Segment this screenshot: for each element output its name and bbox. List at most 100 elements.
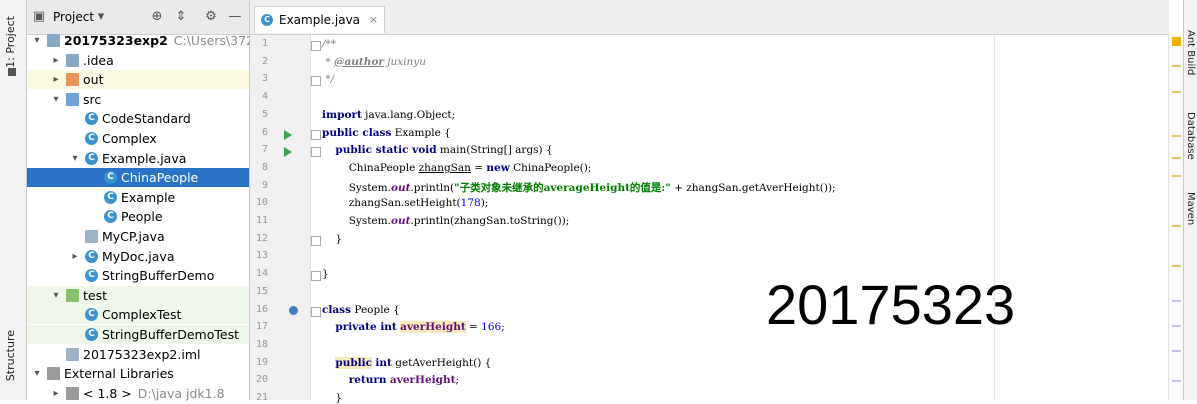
warning-marker[interactable]: [1172, 157, 1181, 159]
run-icon[interactable]: [284, 147, 292, 158]
fold-marker-icon[interactable]: [311, 147, 321, 158]
editor-scroll-strip[interactable]: [1168, 35, 1184, 400]
tree-item[interactable]: ▸ .idea: [27, 51, 249, 70]
fold-marker-icon[interactable]: [311, 306, 321, 317]
java-class-icon: C: [85, 269, 98, 283]
folder-icon: [66, 73, 79, 87]
tree-item[interactable]: C ChinaPeople: [27, 168, 249, 188]
usage-marker[interactable]: [1172, 350, 1181, 352]
java-class-icon: C: [104, 171, 117, 185]
code-line: private int averHeight = 166;: [335, 321, 505, 334]
chevron-right-icon[interactable]: ▸: [50, 51, 62, 70]
fold-marker-icon[interactable]: [311, 41, 321, 51]
chevron-down-icon[interactable]: ▾: [31, 364, 43, 383]
view-dropdown-icon[interactable]: ▾: [93, 9, 109, 25]
tree-item[interactable]: ▾ External Libraries: [27, 364, 249, 383]
chevron-right-icon[interactable]: ▸: [50, 70, 62, 89]
line-number: 16: [255, 303, 268, 315]
fold-marker-icon[interactable]: [311, 76, 321, 87]
library-icon: [47, 367, 60, 381]
usage-marker[interactable]: [1172, 325, 1181, 327]
tree-item[interactable]: 20175323exp2.iml: [27, 345, 249, 364]
run-icon[interactable]: [284, 129, 292, 140]
code-line: public class Example {: [322, 126, 451, 139]
fold-marker-icon[interactable]: [311, 129, 321, 140]
overridden-method-icon[interactable]: [289, 305, 298, 315]
tree-item[interactable]: C CodeStandard: [27, 109, 249, 128]
maven-tab[interactable]: Maven: [1185, 192, 1196, 225]
tree-item[interactable]: C StringBufferDemo: [27, 266, 249, 285]
line-number: 3: [261, 73, 268, 85]
project-tool-icon[interactable]: [8, 68, 16, 76]
tree-item-label: Example: [121, 189, 176, 205]
tree-item[interactable]: ▾ src: [27, 90, 249, 109]
warning-marker[interactable]: [1172, 65, 1181, 67]
line-number: 7: [261, 144, 268, 156]
usage-marker[interactable]: [1172, 300, 1181, 302]
tree-item[interactable]: ▾ test: [27, 285, 249, 305]
line-number: 15: [255, 285, 268, 297]
project-tool-tab[interactable]: 1: Project: [4, 16, 17, 68]
folder-icon: [66, 53, 79, 67]
line-number: 6: [261, 126, 268, 138]
ant-build-tab[interactable]: Ant Build: [1185, 30, 1196, 75]
tree-item[interactable]: ▾ C Example.java: [27, 149, 249, 168]
tree-item[interactable]: MyCP.java: [27, 227, 249, 246]
tree-item-label: test: [83, 287, 108, 303]
line-number: 1: [261, 38, 268, 49]
tab-label: Example.java: [279, 13, 361, 27]
right-tool-strip: Ant Build Database Maven: [1183, 0, 1197, 400]
warning-marker[interactable]: [1172, 91, 1181, 93]
tree-item[interactable]: ▸ out: [27, 70, 249, 90]
close-icon[interactable]: ×: [369, 7, 378, 33]
analysis-status-icon[interactable]: [1172, 37, 1181, 46]
line-number: 8: [261, 161, 268, 173]
code-line: */: [322, 73, 335, 86]
chevron-down-icon[interactable]: ▾: [31, 31, 43, 50]
fold-marker-icon[interactable]: [311, 271, 321, 282]
line-number: 20: [255, 374, 268, 386]
line-number: 9: [261, 179, 268, 191]
tree-item[interactable]: ▾ 20175323exp2 C:\Users\37205\Id: [27, 31, 285, 50]
hide-panel-icon[interactable]: —: [227, 9, 243, 25]
project-panel-title[interactable]: Project: [53, 10, 94, 24]
warning-marker[interactable]: [1172, 265, 1181, 267]
warning-marker[interactable]: [1172, 175, 1181, 177]
tree-item[interactable]: C People: [27, 207, 249, 226]
chevron-right-icon[interactable]: ▸: [69, 247, 81, 266]
code-line: ChinaPeople zhangSan = new ChinaPeople()…: [322, 161, 592, 174]
line-number: 17: [255, 321, 268, 333]
chevron-down-icon[interactable]: ▾: [69, 149, 81, 168]
collapse-all-icon[interactable]: ⇕: [173, 9, 189, 25]
gear-icon[interactable]: ⚙: [203, 9, 219, 25]
tree-item[interactable]: C ComplexTest: [27, 305, 249, 325]
tree-item[interactable]: ▸ C MyDoc.java: [27, 247, 249, 266]
tree-item[interactable]: C Example: [27, 188, 249, 207]
warning-marker[interactable]: [1172, 135, 1181, 137]
warning-marker[interactable]: [1172, 225, 1181, 227]
code-line: public int getAverHeight() {: [335, 356, 492, 369]
structure-tool-tab[interactable]: Structure: [4, 330, 17, 381]
database-tab[interactable]: Database: [1185, 112, 1196, 160]
tree-item[interactable]: C StringBufferDemoTest: [27, 325, 249, 344]
tree-item-label: CodeStandard: [102, 111, 191, 127]
chevron-down-icon[interactable]: ▾: [50, 90, 62, 109]
code-line: }: [322, 392, 343, 404]
line-number: 2: [261, 55, 268, 67]
usage-marker[interactable]: [1172, 380, 1181, 382]
code-editor[interactable]: /** * @author juxinyu */ import java.lang…: [322, 35, 1168, 404]
tree-item-label: StringBufferDemoTest: [102, 327, 239, 342]
java-class-icon: C: [85, 132, 98, 145]
fold-marker-icon[interactable]: [311, 235, 321, 246]
code-line: }: [322, 232, 343, 245]
project-panel: ▣ Project ▾ ⊕ ⇕ ⚙ — ▾ 20175323exp2 C:\User…: [27, 0, 286, 401]
tree-item[interactable]: C Complex: [27, 129, 249, 148]
locate-target-icon[interactable]: ⊕: [149, 9, 165, 25]
code-line: * @author juxinyu: [322, 55, 426, 68]
code-line: }: [322, 268, 329, 281]
tab-example-java[interactable]: C Example.java ×: [254, 6, 386, 33]
right-margin-guide: [994, 35, 995, 400]
tree-item-label: 20175323exp2.iml: [83, 346, 201, 362]
tree-item-label: People: [121, 209, 163, 225]
chevron-down-icon[interactable]: ▾: [50, 286, 62, 305]
